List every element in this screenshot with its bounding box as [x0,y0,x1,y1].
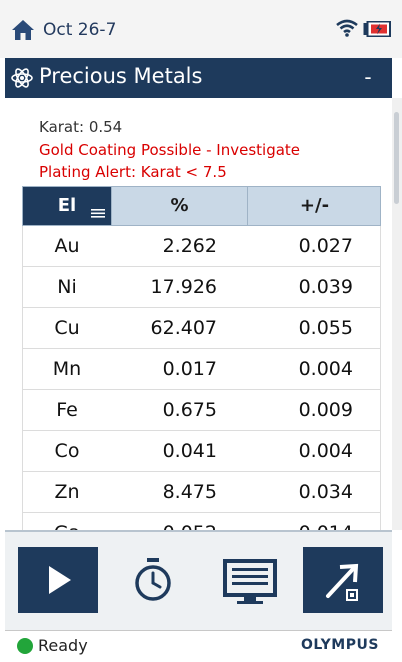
wifi-icon [336,19,358,37]
sort-menu-icon[interactable] [91,208,105,218]
percent-cell: 2.262 [162,235,217,257]
percent-cell: 17.926 [150,276,217,298]
status-bar: Oct 26-7 [0,0,402,58]
table-body[interactable]: Au 2.262 0.027 Ni 17.926 0.039 Cu 62.407… [22,226,381,530]
element-cell: Au [54,235,80,257]
table-row[interactable]: Zn 8.475 0.034 [23,472,380,513]
export-icon [326,563,359,601]
table-row[interactable]: Mn 0.017 0.004 [23,349,380,390]
table-row[interactable]: Au 2.262 0.027 [23,226,380,267]
column-header-element[interactable]: El [23,187,111,225]
play-icon [49,566,71,594]
karat-value: Karat: 0.54 [39,118,123,136]
table-row[interactable]: Fe 0.675 0.009 [23,390,380,431]
element-cell: Ni [57,276,77,298]
export-button[interactable] [303,547,383,613]
gold-coating-alert: Gold Coating Possible - Investigate [39,141,301,159]
results-screen-icon [223,559,277,604]
percent-cell: 0.017 [162,358,217,380]
column-header-percent[interactable]: % [111,187,247,225]
column-header-element-label: El [57,195,77,216]
element-table: El % +/- Au 2.262 0.027 Ni 17.926 0.039 … [22,186,381,530]
percent-cell: 0.041 [162,440,217,462]
bottom-toolbar [5,530,392,630]
column-header-error[interactable]: +/- [247,187,381,225]
element-cell: Mn [52,358,82,380]
error-cell: 0.034 [298,481,353,503]
plating-alert: Plating Alert: Karat < 7.5 [39,163,227,181]
status-footer: Ready OLYMPUS [5,630,392,658]
battery-icon [363,21,391,37]
percent-cell: 0.052 [111,513,217,530]
stopwatch-icon [135,558,171,601]
error-cell: 0.014 [247,513,353,530]
percent-cell: 62.407 [150,317,217,339]
home-icon[interactable] [11,19,35,41]
error-cell: 0.039 [298,276,353,298]
results-screen-button[interactable] [212,547,288,613]
table-row[interactable]: Ni 17.926 0.039 [23,267,380,308]
table-row[interactable]: Ga 0.052 0.014 [23,513,380,530]
table-row[interactable]: Co 0.041 0.004 [23,431,380,472]
error-cell: 0.027 [298,235,353,257]
error-cell: 0.055 [298,317,353,339]
error-cell: 0.004 [298,440,353,462]
ready-indicator-icon [17,638,33,654]
table-header: El % +/- [22,186,381,226]
element-cell: Fe [56,399,78,421]
date-label: Oct 26-7 [43,20,117,40]
atom-icon [11,68,33,88]
page-title: Precious Metals [39,64,203,88]
error-cell: 0.009 [298,399,353,421]
element-cell: Co [54,440,80,462]
collapse-button[interactable]: - [355,62,381,92]
element-cell: Ga [23,513,111,530]
scrollbar-thumb[interactable] [394,112,399,204]
table-row[interactable]: Cu 62.407 0.055 [23,308,380,349]
brand-logo: OLYMPUS [301,637,379,653]
percent-cell: 8.475 [162,481,217,503]
element-cell: Cu [54,317,80,339]
start-test-button[interactable] [18,547,98,613]
percent-cell: 0.675 [162,399,217,421]
error-cell: 0.004 [298,358,353,380]
element-cell: Zn [54,481,80,503]
ready-status: Ready [38,636,88,655]
timer-button[interactable] [118,547,188,613]
title-bar: Precious Metals - [5,58,392,98]
